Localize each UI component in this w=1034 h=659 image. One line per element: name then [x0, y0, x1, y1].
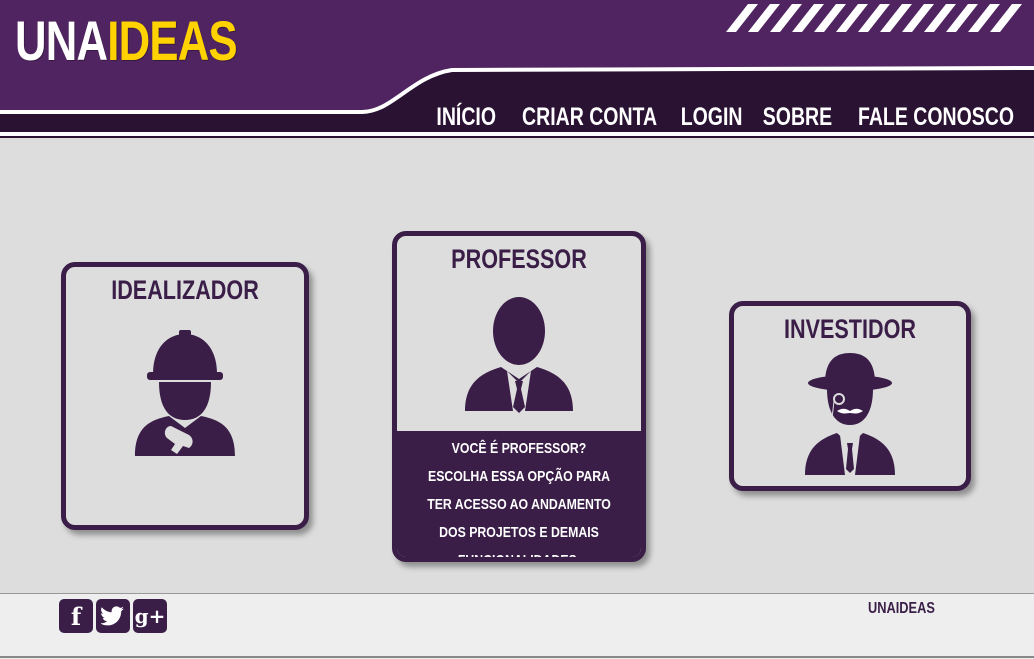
- logo-ideas: IDEAS: [107, 9, 237, 72]
- card-title-professor: PROFESSOR: [451, 244, 587, 274]
- facebook-icon[interactable]: f: [59, 599, 93, 633]
- professor-description-text: VOCÊ É PROFESSOR? ESCOLHA ESSA OPÇÃO PAR…: [427, 440, 611, 562]
- google-plus-icon[interactable]: g+: [133, 599, 167, 633]
- nav-inicio[interactable]: INÍCIO: [437, 100, 497, 134]
- card-title-idealizador: IDEALIZADOR: [111, 275, 259, 305]
- site-header: UNAIDEAS INÍCIO CRIAR CONTA LOGIN SOBRE …: [0, 0, 1034, 145]
- card-title-investidor: INVESTIDOR: [783, 314, 917, 344]
- nav-sobre[interactable]: SOBRE: [763, 100, 832, 134]
- twitter-icon[interactable]: [96, 599, 130, 633]
- site-footer: f g+ UNAIDEAS: [0, 593, 1034, 659]
- social-links: f g+: [59, 599, 167, 633]
- main-nav: INÍCIO CRIAR CONTA LOGIN SOBRE FALE CONO…: [428, 100, 1018, 134]
- card-investidor[interactable]: INVESTIDOR: [729, 301, 971, 491]
- investor-icon: [805, 353, 895, 475]
- main-content: IDEALIZADOR PROFESSOR VOCÊ É PROFESSOR? …: [0, 145, 1034, 593]
- logo-una: UNA: [15, 9, 108, 72]
- twitter-bird-icon: [101, 606, 124, 626]
- professor-description: VOCÊ É PROFESSOR? ESCOLHA ESSA OPÇÃO PAR…: [397, 431, 641, 557]
- professor-icon: [465, 297, 573, 413]
- worker-icon: [135, 330, 235, 456]
- site-logo[interactable]: UNAIDEAS: [15, 8, 238, 74]
- nav-login[interactable]: LOGIN: [681, 100, 743, 134]
- nav-fale-conosco[interactable]: FALE CONOSCO: [858, 100, 1014, 134]
- nav-criar-conta[interactable]: CRIAR CONTA: [522, 100, 657, 134]
- footer-brand: UNAIDEAS: [868, 600, 935, 617]
- footer-divider: [0, 656, 1034, 658]
- card-idealizador[interactable]: IDEALIZADOR: [61, 262, 309, 530]
- card-professor[interactable]: PROFESSOR VOCÊ É PROFESSOR? ESCOLHA ESSA…: [392, 231, 646, 562]
